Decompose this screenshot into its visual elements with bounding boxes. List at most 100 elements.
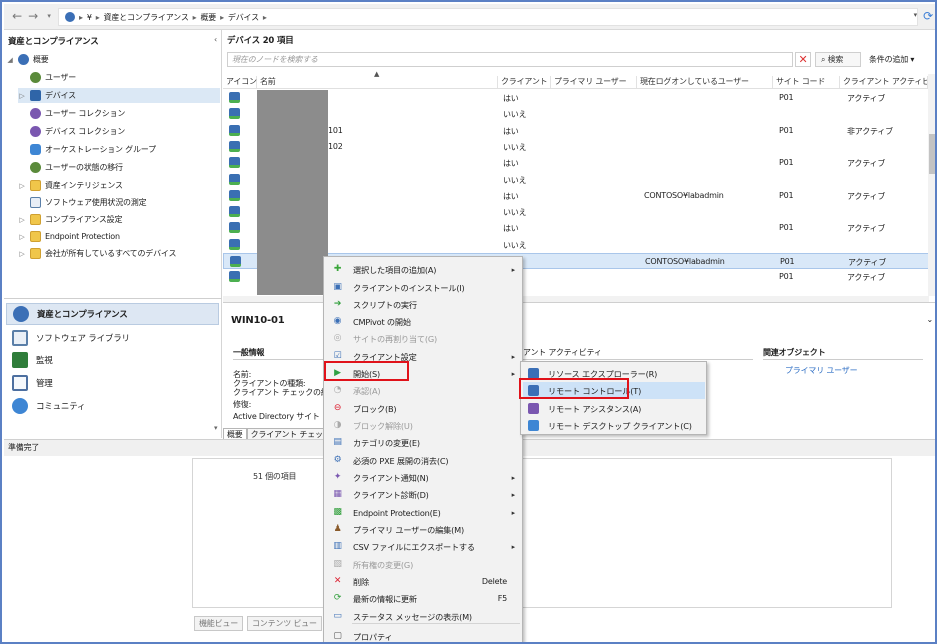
search-button[interactable]: ⌕ 検索	[815, 52, 861, 67]
overview-icon	[18, 54, 29, 65]
background-list: 51 個の項目	[192, 458, 892, 608]
refresh-icon[interactable]: ⟳	[923, 9, 933, 23]
breadcrumb-assets[interactable]: 資産とコンプライアンス	[104, 12, 189, 23]
table-row[interactable]: はい P01 アクティブ	[223, 220, 929, 236]
field-client-check: クライアント チェックの結	[233, 388, 329, 397]
cell-client-activity: アクティブ	[847, 273, 886, 283]
tree-item-devices[interactable]: ▷ デバイス	[18, 88, 220, 103]
collapse-pane-icon[interactable]: ‹	[214, 35, 217, 44]
table-row[interactable]: いいえ	[223, 237, 929, 253]
menu-item-label: 所有権の変更(G)	[353, 559, 414, 570]
table-row[interactable]: 102 いいえ	[223, 139, 929, 155]
menu-item-csv[interactable]: ▥ CSV ファイルにエクスポートする ▸	[326, 538, 521, 555]
table-row[interactable]: はい P01 アクティブ	[223, 90, 929, 106]
search-input[interactable]: 現在のノードを検索する	[227, 52, 793, 67]
submenu-item-remote-desktop[interactable]: リモート デスクトップ クライアント(C)	[523, 417, 705, 434]
menu-item-ownership[interactable]: ▧ 所有権の変更(G)	[326, 556, 521, 573]
menu-item-install[interactable]: ▣ クライアントのインストール(I)	[326, 279, 521, 296]
menu-item-endpoint[interactable]: ▩ Endpoint Protection(E) ▸	[326, 504, 521, 521]
workspace-monitoring[interactable]: 監視	[12, 349, 53, 371]
workspace-software-library[interactable]: ソフトウェア ライブラリ	[12, 327, 130, 349]
collapse-icon[interactable]: ◢	[6, 56, 14, 64]
menu-item-script[interactable]: ➔ スクリプトの実行	[326, 296, 521, 313]
expand-icon[interactable]: ▷	[18, 233, 26, 241]
user-collection-icon	[30, 108, 41, 119]
tree-item-orchestration-groups[interactable]: オーケストレーション グループ	[18, 142, 156, 157]
expand-icon[interactable]: ▷	[18, 92, 26, 100]
diagnose-icon: ▦	[333, 489, 342, 499]
menu-item-label: 削除	[353, 576, 369, 587]
back-arrow-icon[interactable]: ←	[10, 9, 24, 23]
menu-item-pxe[interactable]: ⚙ 必須の PXE 展開の消去(C)	[326, 452, 521, 469]
tree-item-device-collections[interactable]: デバイス コレクション	[18, 124, 125, 139]
tree-item-user-collections[interactable]: ユーザー コレクション	[18, 106, 125, 121]
tree-item-asset-intelligence[interactable]: ▷ 資産インテリジェンス	[18, 178, 123, 193]
menu-item-refresh[interactable]: ⟳ 最新の情報に更新 F5	[326, 590, 521, 607]
menu-item-reassign[interactable]: ◎ サイトの再割り当て(G)	[326, 330, 521, 347]
cell-site-code: P01	[780, 257, 795, 266]
menu-item-add[interactable]: ✚ 選択した項目の追加(A) ▸	[326, 261, 521, 278]
workspace-administration[interactable]: 管理	[12, 372, 53, 394]
breadcrumb-devices[interactable]: デバイス	[228, 12, 259, 23]
tree-item-user-state-migration[interactable]: ユーザーの状態の移行	[18, 160, 123, 175]
menu-item-notify[interactable]: ✦ クライアント通知(N) ▸	[326, 469, 521, 486]
submenu-item-remote-assistance[interactable]: リモート アシスタンス(A)	[523, 400, 705, 417]
history-dropdown-icon[interactable]: ▾	[42, 9, 56, 23]
column-header-logged-on-user[interactable]: 現在ログオンしているユーザー	[637, 76, 773, 88]
menu-item-cmpivot[interactable]: ◉ CMPivot の開始	[326, 313, 521, 330]
tree-item-label: 資産インテリジェンス	[45, 181, 123, 190]
tree-item-users[interactable]: ユーザー	[18, 70, 76, 85]
table-row[interactable]: はい CONTOSO¥labadmin P01 アクティブ	[223, 188, 929, 204]
table-row[interactable]: いいえ	[223, 172, 929, 188]
tree-item-company-owned-devices[interactable]: ▷ 会社が所有しているすべてのデバイス	[18, 246, 176, 261]
breadcrumb-root[interactable]: ¥	[87, 13, 92, 22]
expand-icon[interactable]: ▷	[18, 216, 26, 224]
table-row[interactable]: はい P01 アクティブ	[223, 155, 929, 171]
folder-icon	[30, 214, 41, 225]
expand-icon[interactable]: ▷	[18, 250, 26, 258]
workspace-label: 管理	[36, 379, 53, 389]
vertical-scrollbar[interactable]	[928, 74, 935, 296]
table-row[interactable]: いいえ	[223, 106, 929, 122]
cell-site-code: P01	[779, 190, 794, 200]
tree-item-compliance-settings[interactable]: ▷ コンプライアンス設定	[18, 212, 122, 227]
column-header-icon[interactable]: アイコン	[223, 76, 257, 88]
scrollbar-thumb[interactable]	[929, 134, 935, 174]
tree-item-software-metering[interactable]: ソフトウェア使用状況の測定	[18, 195, 147, 210]
details-collapse-icon[interactable]: ⌄	[926, 315, 933, 324]
menu-item-properties[interactable]: ▢ プロパティ	[326, 628, 521, 642]
menu-item-approve[interactable]: ◔ 承認(A)	[326, 382, 521, 399]
tab-feature-view[interactable]: 機能ビュー	[194, 616, 243, 631]
search-icon: ⌕	[821, 55, 828, 64]
menu-item-delete[interactable]: ✕ 削除 Delete	[326, 573, 521, 590]
column-header-site-code[interactable]: サイト コード	[773, 76, 840, 88]
endpoint-icon: ▩	[333, 507, 342, 517]
breadcrumb[interactable]: ▸ ¥ ▸ 資産とコンプライアンス ▸ 概要 ▸ デバイス ▸	[58, 8, 918, 26]
menu-item-unblock[interactable]: ◑ ブロック解除(U)	[326, 417, 521, 434]
table-row[interactable]: 101 はい P01 非アクティブ	[223, 123, 929, 139]
workspace-community[interactable]: コミュニティ	[12, 395, 85, 417]
expand-icon[interactable]: ▷	[18, 182, 26, 190]
add-criteria-button[interactable]: 条件の追加 ▾	[869, 54, 914, 65]
column-header-client[interactable]: クライアント	[498, 76, 551, 88]
menu-item-edit-user[interactable]: ♟ プライマリ ユーザーの編集(M)	[326, 521, 521, 538]
breadcrumb-overview[interactable]: 概要	[200, 12, 216, 23]
primary-user-link[interactable]: プライマリ ユーザー	[785, 365, 858, 376]
address-dropdown-icon[interactable]: ▾	[914, 11, 918, 19]
table-row[interactable]: いいえ	[223, 204, 929, 220]
cmpivot-icon: ◉	[333, 316, 342, 326]
column-header-primary-user[interactable]: プライマリ ユーザー	[551, 76, 637, 88]
menu-item-label: クライアント通知(N)	[353, 472, 429, 483]
device-status-icon	[229, 92, 240, 103]
workspace-overflow-icon[interactable]: ▾	[214, 424, 218, 432]
tab-content-view[interactable]: コンテンツ ビュー	[247, 616, 322, 631]
column-header-client-activity[interactable]: クライアント アクティビティ	[840, 76, 928, 88]
tree-item-overview[interactable]: ◢ 概要	[6, 52, 49, 67]
workspace-assets-compliance[interactable]: 資産とコンプライアンス	[6, 303, 219, 325]
clear-search-icon[interactable]: ✕	[795, 52, 811, 67]
menu-item-block[interactable]: ⊖ ブロック(B)	[326, 400, 521, 417]
forward-arrow-icon[interactable]: →	[26, 9, 40, 23]
tree-item-endpoint-protection[interactable]: ▷ Endpoint Protection	[18, 229, 120, 244]
menu-item-category[interactable]: ▤ カテゴリの変更(E)	[326, 434, 521, 451]
menu-item-diagnose[interactable]: ▦ クライアント診断(D) ▸	[326, 486, 521, 503]
